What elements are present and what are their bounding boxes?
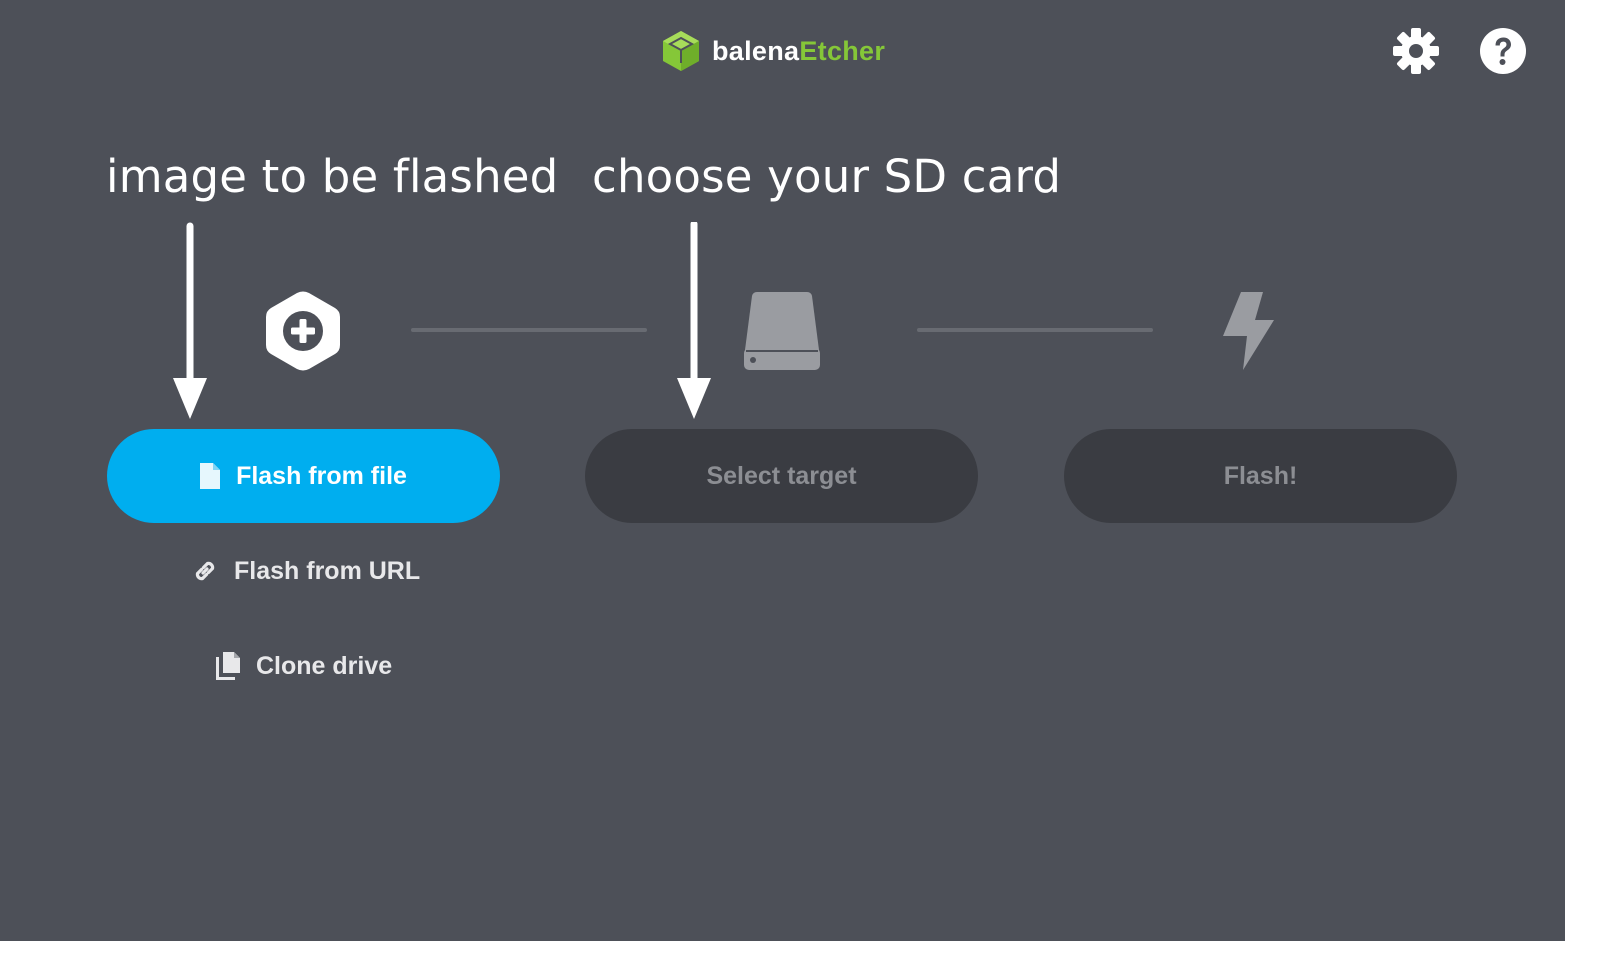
annotation-arrow-down-icon [173,222,207,419]
settings-button[interactable] [1391,26,1441,76]
flash-label: Flash! [1223,461,1298,490]
question-circle-icon [1480,28,1526,74]
brand-prefix: balena [712,35,800,66]
help-button[interactable] [1478,26,1528,76]
etcher-window: balenaEtcher image to be flashed choose … [0,0,1565,941]
annotation-image-to-be-flashed: image to be flashed [106,150,559,203]
drive-icon [744,292,820,370]
flash-from-file-label: Flash from file [236,461,407,490]
step-flash-indicator [1203,288,1293,374]
link-icon [195,561,215,581]
hexagon-plus-icon [266,291,340,371]
flash-button[interactable]: Flash! [1064,429,1457,523]
copy-icon [216,652,240,680]
select-target-label: Select target [706,461,857,490]
annotation-choose-sd-card: choose your SD card [592,150,1062,203]
step-target-indicator [737,288,827,374]
lightning-icon [1223,292,1274,370]
step-connector [411,328,647,332]
step-connector [917,328,1153,332]
flash-from-file-button[interactable]: Flash from file [107,429,500,523]
gear-icon [1393,28,1439,74]
brand-suffix: Etcher [799,35,886,66]
app-title: balenaEtcher [712,36,885,67]
flash-from-url-label: Flash from URL [234,556,421,585]
app-logo: balenaEtcher [660,29,885,73]
select-target-button[interactable]: Select target [585,429,978,523]
file-icon [200,463,221,489]
step-image-indicator [258,288,348,374]
balena-cube-icon [663,31,699,71]
clone-drive-link[interactable]: Clone drive [216,648,392,684]
annotation-arrow-down-icon [677,222,711,419]
flash-from-url-link[interactable]: Flash from URL [192,553,420,589]
clone-drive-label: Clone drive [256,651,393,680]
